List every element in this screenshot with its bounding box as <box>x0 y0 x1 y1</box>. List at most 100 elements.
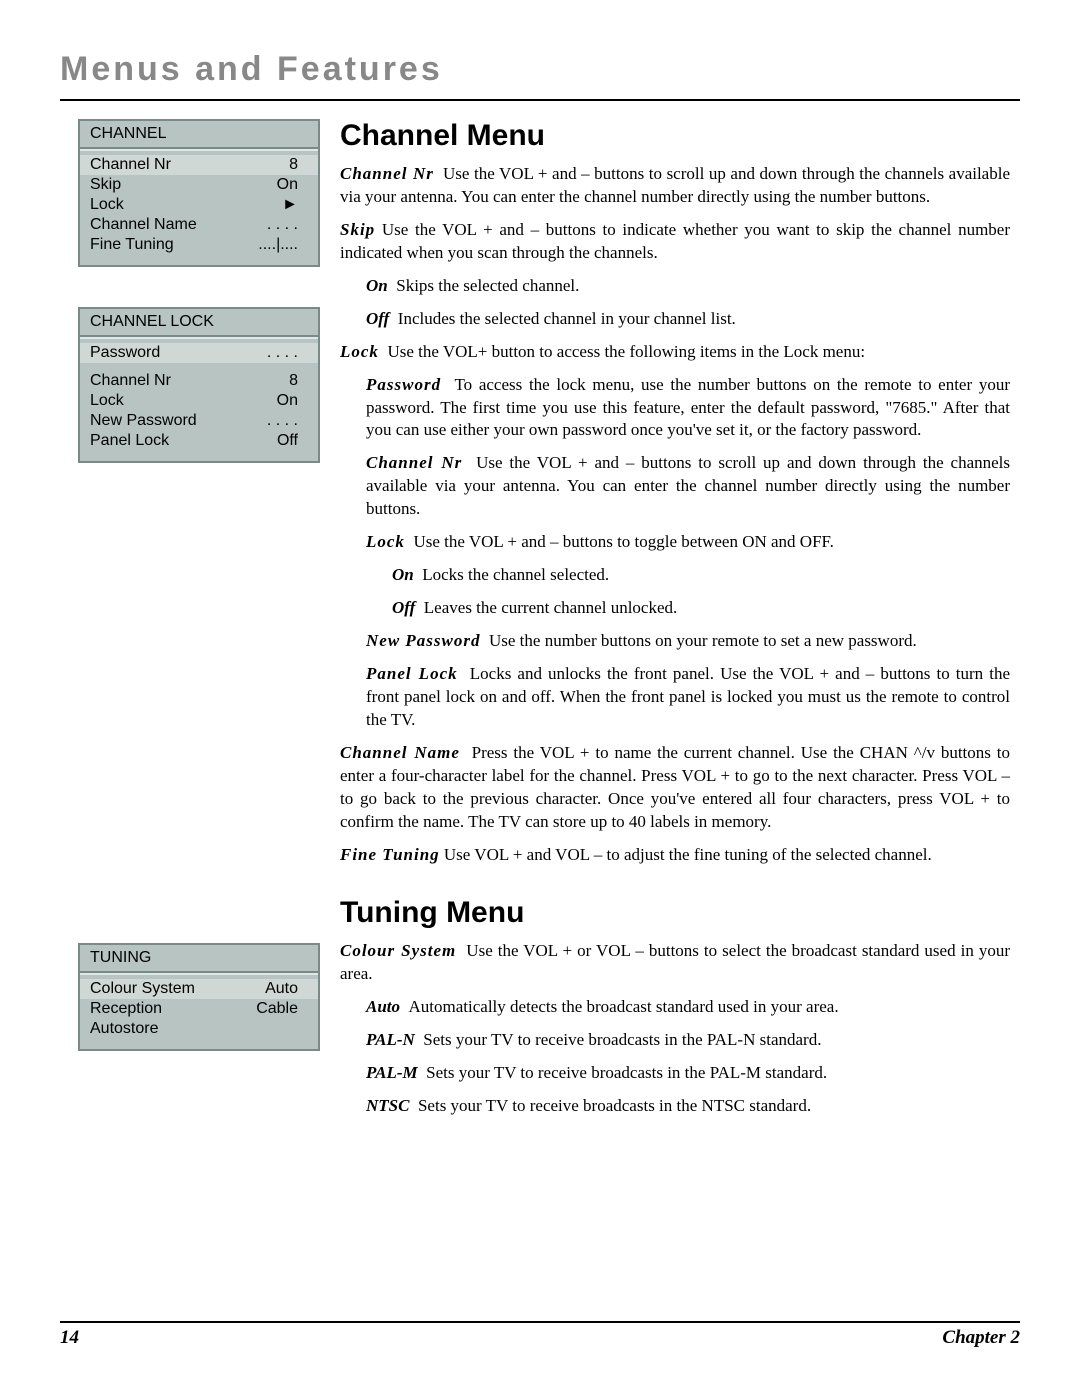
menu-divider <box>80 147 318 151</box>
menu-row: Panel Lock Off <box>80 431 318 451</box>
paragraph: Lock Use the VOL + and – buttons to togg… <box>366 531 1010 554</box>
chapter-label: Chapter 2 <box>942 1327 1020 1349</box>
text: Sets your TV to receive broadcasts in th… <box>426 1063 827 1082</box>
menu-value: 8 <box>289 156 298 174</box>
menu-value: . . . . <box>267 412 298 430</box>
page-number: 14 <box>60 1327 79 1349</box>
menu-label: Lock <box>90 196 124 214</box>
menu-row: Channel Nr 8 <box>80 155 318 175</box>
menu-box-tuning: TUNING Colour System Auto Reception Cabl… <box>78 943 320 1051</box>
text: Use the number buttons on your remote to… <box>489 631 917 650</box>
term: Channel Nr <box>366 453 462 472</box>
term: On <box>366 276 388 295</box>
menu-row: Autostore <box>80 1019 318 1039</box>
menu-row: Channel Nr 8 <box>80 371 318 391</box>
main-column: Channel Menu Channel Nr Use the VOL + an… <box>340 119 1020 1128</box>
text: Automatically detects the broadcast stan… <box>409 997 839 1016</box>
menu-row: New Password . . . . <box>80 411 318 431</box>
menu-box-channel-lock: CHANNEL LOCK Password . . . . Channel Nr… <box>78 307 320 463</box>
text: Use the VOL + and – buttons to scroll up… <box>366 453 1010 518</box>
term: Fine Tuning <box>340 845 440 864</box>
menu-divider <box>80 971 318 975</box>
menu-label: Channel Name <box>90 216 197 234</box>
paragraph: NTSC Sets your TV to receive broadcasts … <box>366 1095 1010 1118</box>
text: Sets your TV to receive broadcasts in th… <box>418 1096 811 1115</box>
term: PAL-M <box>366 1063 418 1082</box>
text: Locks the channel selected. <box>422 565 609 584</box>
paragraph: On Locks the channel selected. <box>392 564 1010 587</box>
spacer <box>78 503 320 943</box>
text: Use the VOL + and – buttons to indicate … <box>340 220 1010 262</box>
menu-value: . . . . <box>267 216 298 234</box>
term: Panel Lock <box>366 664 458 683</box>
menu-title: TUNING <box>80 945 318 969</box>
term: Password <box>366 375 441 394</box>
text: Skips the selected channel. <box>396 276 579 295</box>
menu-value: 8 <box>289 372 298 390</box>
paragraph: Channel Nr Use the VOL + and – buttons t… <box>340 163 1010 209</box>
menu-label: Skip <box>90 176 121 194</box>
text: Sets your TV to receive broadcasts in th… <box>423 1030 821 1049</box>
menu-row: Channel Name . . . . <box>80 215 318 235</box>
menu-value: . . . . <box>267 344 298 362</box>
paragraph: Password To access the lock menu, use th… <box>366 374 1010 443</box>
menu-title: CHANNEL LOCK <box>80 309 318 333</box>
paragraph: Auto Automatically detects the broadcast… <box>366 996 1010 1019</box>
section-heading-tuning-menu: Tuning Menu <box>340 896 1010 930</box>
menu-row: Lock ► <box>80 195 318 215</box>
term: Off <box>392 598 415 617</box>
term: Channel Name <box>340 743 460 762</box>
text: Use the VOL+ button to access the follow… <box>387 342 865 361</box>
menu-label: Reception <box>90 1000 162 1018</box>
menu-label: Channel Nr <box>90 156 171 174</box>
text: Leaves the current channel unlocked. <box>424 598 677 617</box>
paragraph: PAL-M Sets your TV to receive broadcasts… <box>366 1062 1010 1085</box>
menu-title: CHANNEL <box>80 121 318 145</box>
paragraph: Off Leaves the current channel unlocked. <box>392 597 1010 620</box>
menu-row: Fine Tuning ....|.... <box>80 235 318 255</box>
menu-row: Lock On <box>80 391 318 411</box>
menu-label: Lock <box>90 392 124 410</box>
text: Use the VOL + and – buttons to toggle be… <box>413 532 833 551</box>
paragraph: New Password Use the number buttons on y… <box>366 630 1010 653</box>
text: Use the VOL + and – buttons to scroll up… <box>340 164 1010 206</box>
term: PAL-N <box>366 1030 415 1049</box>
term: Off <box>366 309 389 328</box>
paragraph: PAL-N Sets your TV to receive broadcasts… <box>366 1029 1010 1052</box>
term: NTSC <box>366 1096 409 1115</box>
section-heading-channel-menu: Channel Menu <box>340 119 1010 153</box>
menu-label: Channel Nr <box>90 372 171 390</box>
menu-label: Panel Lock <box>90 432 169 450</box>
menu-label: Colour System <box>90 980 195 998</box>
page-header: Menus and Features <box>60 50 1020 101</box>
paragraph: Colour System Use the VOL + or VOL – but… <box>340 940 1010 986</box>
menu-label: New Password <box>90 412 197 430</box>
term: Lock <box>340 342 379 361</box>
play-icon: ► <box>282 196 298 214</box>
menu-value: Auto <box>265 980 298 998</box>
paragraph: Channel Nr Use the VOL + and – buttons t… <box>366 452 1010 521</box>
menu-label: Password <box>90 344 160 362</box>
menu-row: Skip On <box>80 175 318 195</box>
paragraph: Skip Use the VOL + and – buttons to indi… <box>340 219 1010 265</box>
menu-row: Reception Cable <box>80 999 318 1019</box>
menu-label: Autostore <box>90 1020 158 1038</box>
menu-value: Off <box>277 432 298 450</box>
menu-value: ....|.... <box>258 236 298 254</box>
page-footer: 14 Chapter 2 <box>60 1321 1020 1349</box>
text: Includes the selected channel in your ch… <box>398 309 736 328</box>
menu-value: On <box>277 392 298 410</box>
paragraph: Channel Name Press the VOL + to name the… <box>340 742 1010 834</box>
term: Colour System <box>340 941 456 960</box>
menu-box-channel: CHANNEL Channel Nr 8 Skip On Lock ► Chan… <box>78 119 320 267</box>
content-area: CHANNEL Channel Nr 8 Skip On Lock ► Chan… <box>60 119 1020 1128</box>
paragraph: Lock Use the VOL+ button to access the f… <box>340 341 1010 364</box>
paragraph: Off Includes the selected channel in you… <box>366 308 1010 331</box>
term: On <box>392 565 414 584</box>
paragraph: On Skips the selected channel. <box>366 275 1010 298</box>
term: Channel Nr <box>340 164 434 183</box>
term: Lock <box>366 532 405 551</box>
paragraph: Fine Tuning Use VOL + and VOL – to adjus… <box>340 844 1010 867</box>
term: New Password <box>366 631 480 650</box>
text: Use VOL + and VOL – to adjust the fine t… <box>444 845 932 864</box>
